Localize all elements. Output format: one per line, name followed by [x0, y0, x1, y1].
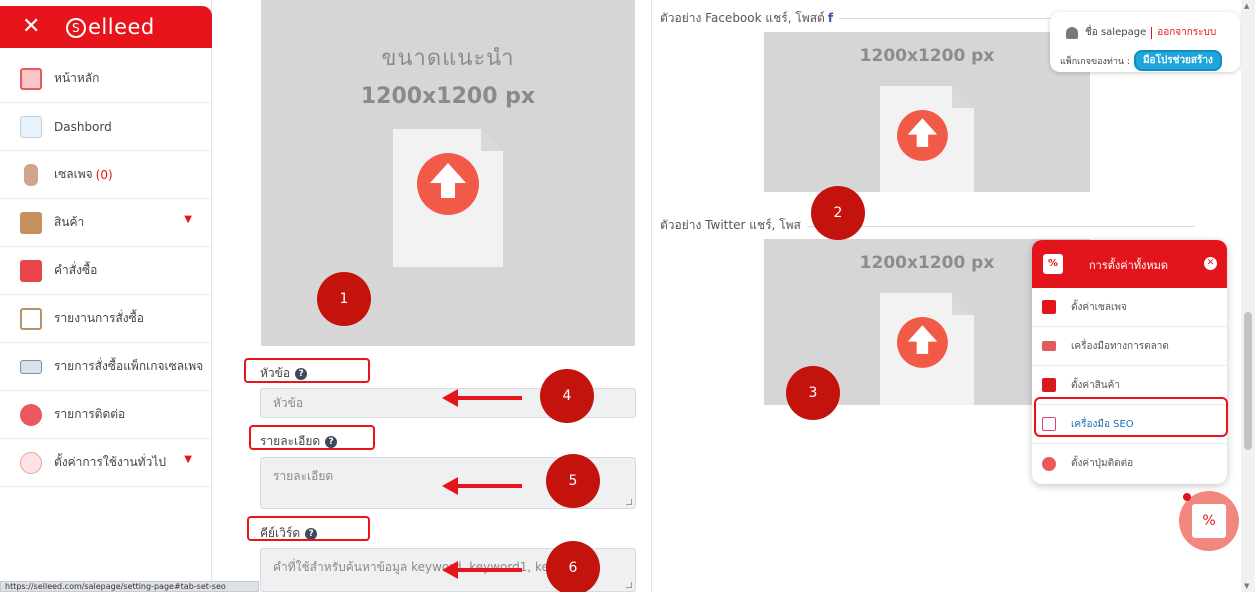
caret-down-icon[interactable]: ▼ — [184, 454, 192, 465]
sidebar-item-label: สินค้า — [54, 215, 85, 229]
contact-button-icon — [1042, 456, 1056, 471]
settings-item-salepage[interactable]: ตั้งค่าเซลเพจ — [1032, 288, 1227, 327]
separator — [1151, 26, 1153, 39]
annotation-marker-5: 5 — [546, 454, 600, 508]
upload-arrow-icon — [417, 153, 479, 215]
column-divider — [651, 0, 652, 592]
close-icon[interactable]: ✕ — [1204, 257, 1217, 270]
browser-status-url: https://selleed.com/salepage/setting-pag… — [0, 581, 259, 592]
sidebar-menu: หน้าหลัก Dashbord เซลเพจ (0) สินค้า ▼ คำ… — [0, 55, 212, 487]
user-info-row: ชื่อ salepage ออกจากระบบ — [1066, 25, 1216, 40]
resize-handle-icon[interactable] — [626, 582, 632, 588]
highlight-box-detail — [249, 425, 375, 450]
annotation-marker-2: 2 — [811, 186, 865, 240]
upload-arrow-icon — [897, 317, 948, 368]
annotation-marker-6: 6 — [546, 541, 600, 592]
scroll-up-icon[interactable]: ▲ — [1244, 2, 1249, 10]
settings-popup-header: % การตั้งค่าทั้งหมด ✕ — [1032, 240, 1227, 288]
notification-dot — [1183, 493, 1191, 501]
store-icon — [1042, 300, 1056, 314]
file-icon — [880, 293, 974, 405]
sidebar-item-products[interactable]: สินค้า ▼ — [0, 199, 212, 247]
salepage-count: (0) — [95, 167, 113, 182]
brand-logo[interactable]: Selleed — [66, 15, 155, 39]
salepage-name: ชื่อ salepage — [1085, 27, 1147, 38]
products-icon — [20, 211, 42, 234]
user-panel: ชื่อ salepage ออกจากระบบ แพ็กเกจของท่าน … — [1050, 12, 1240, 72]
scrollbar[interactable]: ▲ ▼ — [1241, 0, 1255, 592]
sidebar-item-orders[interactable]: คำสั่งซื้อ — [0, 247, 212, 295]
close-icon[interactable]: ✕ — [22, 16, 40, 38]
logout-link[interactable]: ออกจากระบบ — [1157, 25, 1216, 40]
sidebar-item-home[interactable]: หน้าหลัก — [0, 55, 212, 103]
sidebar: ✕ Selleed หน้าหลัก Dashbord เซลเพจ (0) ส… — [0, 0, 212, 592]
facebook-preview-title: ตัวอย่าง Facebook แชร์, โพสต์ f — [660, 9, 840, 28]
dashboard-icon — [20, 115, 42, 138]
sidebar-item-label: คำสั่งซื้อ — [54, 263, 98, 277]
sidebar-item-order-report[interactable]: รายงานการสั่งซื้อ — [0, 295, 212, 343]
upload-size-text: 1200x1200 px — [859, 46, 995, 66]
cart-icon — [1042, 341, 1056, 351]
scroll-down-icon[interactable]: ▼ — [1244, 582, 1249, 590]
annotation-arrow — [442, 561, 522, 579]
contact-icon — [20, 403, 42, 426]
settings-popup-title: การตั้งค่าทั้งหมด — [1089, 259, 1169, 272]
orders-icon — [20, 259, 42, 282]
annotation-marker-3: 3 — [786, 366, 840, 420]
upload-arrow-icon — [897, 110, 948, 161]
resize-handle-icon[interactable] — [626, 499, 632, 505]
settings-icon — [20, 451, 42, 474]
sidebar-item-label: รายงานการสั่งซื้อ — [54, 311, 144, 325]
file-icon — [393, 129, 503, 267]
sidebar-item-general-settings[interactable]: ตั้งค่าการใช้งานทั่วไป ▼ — [0, 439, 212, 487]
settings-fab-button[interactable]: % — [1179, 491, 1239, 551]
gear-icon: % — [1192, 504, 1226, 538]
annotation-marker-4: 4 — [540, 369, 594, 423]
package-label: แพ็กเกจของท่าน : — [1060, 56, 1130, 67]
settings-item-contact-button[interactable]: ตั้งค่าปุ่มติดต่อ — [1032, 444, 1227, 483]
sidebar-item-label: รายการสั่งซื้อแพ็กเกจเซลเพจ — [54, 359, 204, 373]
file-icon — [880, 86, 974, 192]
sidebar-item-label: รายการติดต่อ — [54, 407, 126, 421]
highlight-box-title — [244, 358, 370, 383]
user-icon — [1066, 26, 1078, 39]
salepage-icon — [24, 163, 38, 186]
sidebar-header: ✕ Selleed — [0, 6, 212, 48]
sidebar-item-dashboard[interactable]: Dashbord — [0, 103, 212, 151]
package-badge[interactable]: มือโปรช่วยสร้าง — [1133, 50, 1222, 71]
annotation-marker-1: 1 — [317, 272, 371, 326]
sidebar-item-label: หน้าหลัก — [54, 71, 100, 85]
sidebar-item-salepage[interactable]: เซลเพจ (0) — [0, 151, 212, 199]
highlight-box-seo — [1034, 397, 1228, 437]
twitter-preview-title: ตัวอย่าง Twitter แชร์, โพส — [660, 216, 807, 235]
facebook-image-upload[interactable]: 1200x1200 px — [764, 32, 1090, 192]
sidebar-item-package-orders[interactable]: รายการสั่งซื้อแพ็กเกจเซลเพจ — [0, 343, 212, 391]
upload-hint-text: ขนาดแนะนำ — [381, 46, 515, 71]
home-icon — [20, 67, 42, 90]
sidebar-item-label: ตั้งค่าการใช้งานทั่วไป — [54, 455, 166, 469]
facebook-icon: f — [827, 11, 834, 25]
settings-icon: % — [1043, 254, 1063, 274]
box-icon — [1042, 378, 1056, 392]
settings-item-marketing[interactable]: เครื่องมือทางการตลาด — [1032, 327, 1227, 366]
settings-popup: % การตั้งค่าทั้งหมด ✕ ตั้งค่าเซลเพจ เครื… — [1032, 240, 1227, 484]
package-row: แพ็กเกจของท่าน : มือโปรช่วยสร้าง — [1060, 50, 1222, 71]
annotation-arrow — [442, 389, 522, 407]
scrollbar-thumb[interactable] — [1244, 312, 1252, 450]
upload-size-text: 1200x1200 px — [360, 84, 536, 109]
clipboard-icon — [20, 307, 42, 330]
laptop-icon — [20, 359, 42, 374]
highlight-box-keyword — [247, 516, 370, 541]
caret-down-icon[interactable]: ▼ — [184, 214, 192, 225]
sidebar-item-contacts[interactable]: รายการติดต่อ — [0, 391, 212, 439]
annotation-arrow — [442, 477, 522, 495]
sidebar-item-label: เซลเพจ — [54, 167, 93, 181]
sidebar-item-label: Dashbord — [54, 119, 112, 134]
